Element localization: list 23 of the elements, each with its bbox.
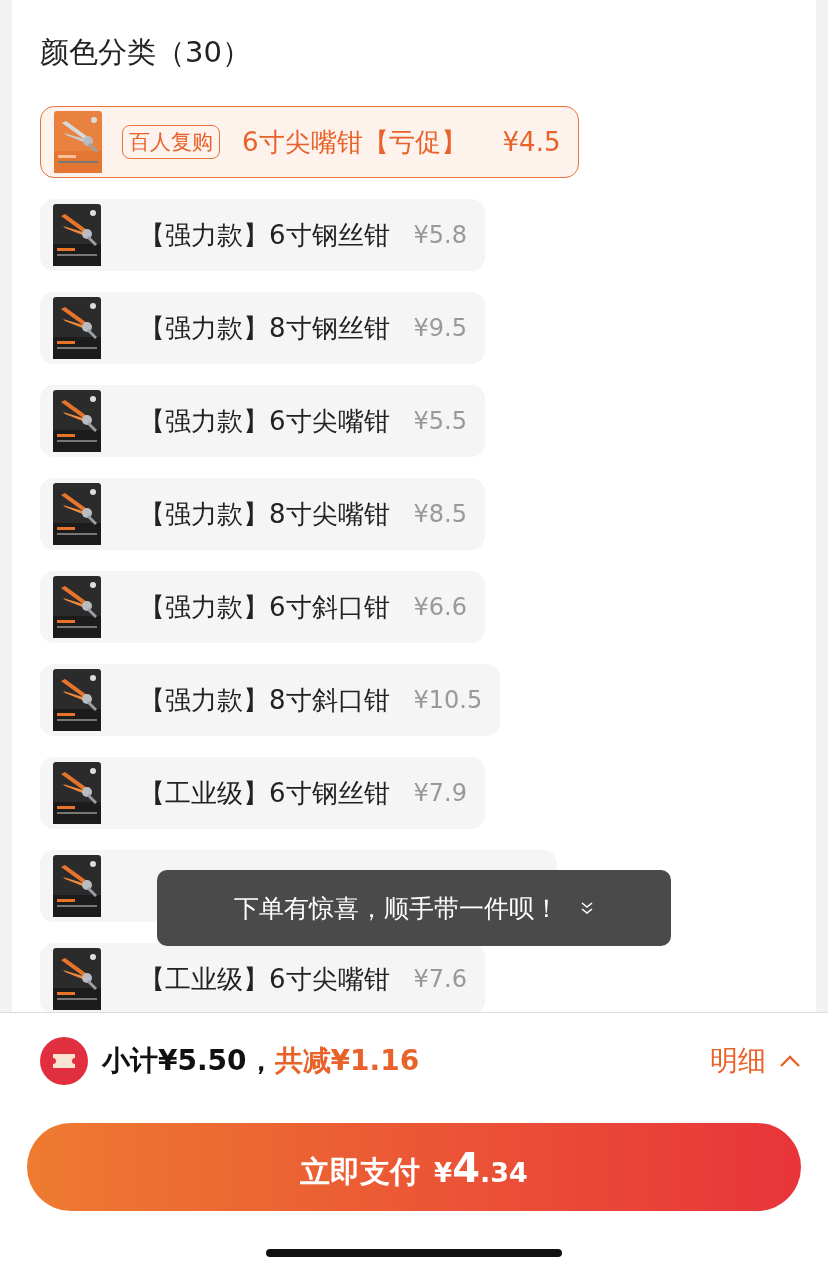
variant-price: ¥7.6	[413, 965, 467, 993]
subtotal-text: 小计¥5.50，	[102, 1043, 275, 1079]
variant-name: 【强力款】6寸尖嘴钳	[139, 404, 390, 438]
variant-price: ¥6.6	[413, 593, 467, 621]
variant-price: ¥7.9	[413, 779, 467, 807]
variant-price: ¥10.5	[413, 686, 483, 714]
toast-text: 下单有惊喜，顺手带一件呗！	[233, 892, 559, 925]
variant-name: 【工业级】6寸钢丝钳	[139, 776, 390, 810]
variant-name: 【强力款】6寸斜口钳	[139, 590, 390, 624]
variant-price: ¥4.5	[502, 127, 561, 157]
discount-text: 共减¥1.16	[274, 1043, 420, 1079]
variant-price: ¥5.8	[413, 221, 467, 249]
variant-price: ¥8.5	[413, 500, 467, 528]
repurchase-tag: 百人复购	[122, 125, 220, 159]
variant-price: ¥5.5	[413, 407, 467, 435]
variant-name: 【工业级】6寸尖嘴钳	[139, 962, 390, 996]
section-title: 颜色分类（30）	[40, 34, 252, 71]
variant-name: 6寸尖嘴钳【亏促】	[242, 125, 467, 159]
variant-name: 【强力款】8寸斜口钳	[139, 683, 390, 717]
variant-price: ¥9.5	[413, 314, 467, 342]
variant-name: 【强力款】6寸钢丝钳	[139, 218, 390, 252]
variant-name: 【强力款】8寸钢丝钳	[139, 311, 390, 345]
variant-name: 【强力款】8寸尖嘴钳	[139, 497, 390, 531]
